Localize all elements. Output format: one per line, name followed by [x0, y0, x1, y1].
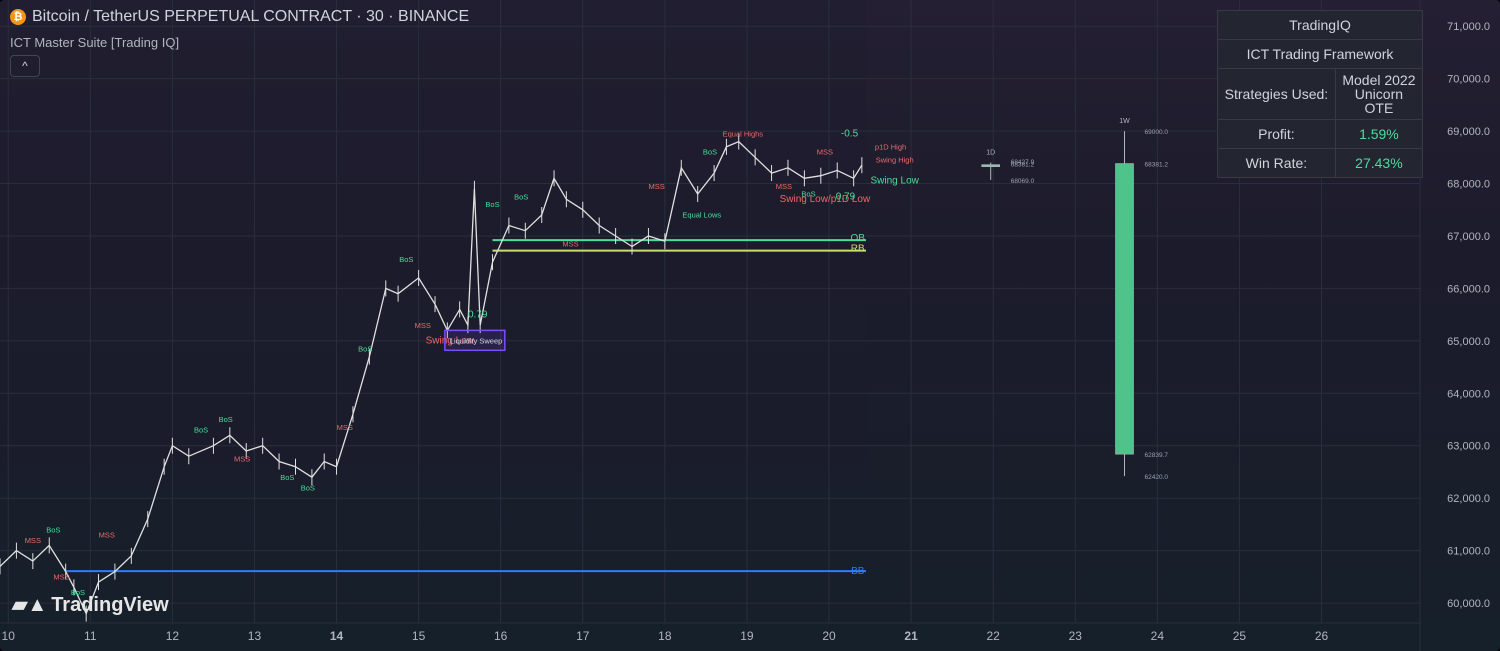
chart-annotation: BoS: [514, 192, 528, 201]
x-tick-label: 11: [84, 629, 97, 643]
htf-price-label: 69000.0: [1145, 129, 1169, 136]
chart-annotation: -0.5: [841, 128, 859, 139]
chart-annotation: MSS: [776, 182, 792, 191]
y-tick-label: 65,000.0: [1447, 336, 1490, 348]
collapse-button[interactable]: ^: [10, 55, 40, 77]
tradingview-logo-icon: ▰▲: [12, 594, 48, 616]
stats-table: TradingIQ ICT Trading Framework Strategi…: [1217, 10, 1424, 178]
x-tick-label: 10: [2, 629, 16, 643]
chart-annotation: Equal Lows: [682, 211, 721, 220]
tradingview-logo-text: TradingView: [51, 594, 169, 616]
chart-annotation: BoS: [219, 415, 233, 424]
chart-annotation: MSS: [562, 239, 578, 248]
chart-annotation: Swing High: [876, 156, 914, 165]
chart-annotation: BoS: [46, 525, 60, 534]
x-tick-label: 21: [904, 629, 918, 643]
chart-annotation: MSS: [337, 423, 353, 432]
htf-candle-label: 1D: [986, 150, 995, 157]
indicator-name[interactable]: ICT Master Suite [Trading IQ]: [10, 35, 179, 50]
chart-annotation: RB: [851, 244, 865, 255]
tradingview-logo[interactable]: ▰▲ TradingView: [12, 592, 169, 617]
y-tick-label: 60,000.0: [1447, 598, 1490, 610]
htf-price-label: 62420.0: [1145, 474, 1169, 481]
symbol-title[interactable]: Bitcoin / TetherUS PERPETUAL CONTRACT · …: [32, 8, 469, 26]
y-tick-label: 61,000.0: [1447, 546, 1490, 558]
y-tick-label: 71,000.0: [1447, 21, 1490, 33]
x-tick-label: 20: [822, 629, 836, 643]
stats-value: 27.43%: [1334, 148, 1424, 178]
stats-label: Profit:: [1217, 119, 1336, 149]
chart-annotation: p1D High: [875, 142, 906, 151]
price-panel-shade: [0, 0, 866, 491]
chart-annotation: BoS: [280, 473, 294, 482]
htf-candle-body: [981, 164, 1001, 167]
chart-annotation: 0.79: [468, 309, 488, 320]
chart-annotation: BoS: [301, 483, 315, 492]
y-tick-label: 67,000.0: [1447, 231, 1490, 243]
x-tick-label: 16: [494, 629, 508, 643]
stats-title: TradingIQ: [1217, 10, 1423, 40]
chart-annotation: BoS: [358, 344, 372, 353]
htf-price-label: 62839.7: [1145, 452, 1169, 459]
x-tick-label: 14: [330, 629, 344, 643]
x-tick-label: 17: [576, 629, 590, 643]
x-tick-label: 13: [248, 629, 262, 643]
htf-price-label: 68381.2: [1145, 162, 1169, 169]
chart-annotation: MSS: [649, 182, 665, 191]
bitcoin-icon: ₿: [10, 9, 26, 25]
x-tick-label: 15: [412, 629, 426, 643]
htf-price-label: 68069.0: [1011, 178, 1035, 185]
chart-annotation: BB: [851, 566, 865, 577]
chart-annotation: MSS: [234, 454, 250, 463]
x-tick-label: 23: [1069, 629, 1083, 643]
chart-annotation: MSS: [817, 148, 833, 157]
chart-annotation: BoS: [703, 148, 717, 157]
y-tick-label: 70,000.0: [1447, 74, 1490, 86]
x-tick-label: 18: [658, 629, 672, 643]
y-tick-label: 69,000.0: [1447, 126, 1490, 138]
chart-annotation: MSS: [53, 572, 69, 581]
chart-annotation: BoS: [194, 426, 208, 435]
chart-annotation: MSS: [99, 531, 115, 540]
chart-annotation: MSS: [415, 321, 431, 330]
y-tick-label: 64,000.0: [1447, 388, 1490, 400]
stats-label: Win Rate:: [1217, 148, 1336, 178]
chart-annotation: BoS: [485, 200, 499, 209]
stats-label: Strategies Used:: [1217, 68, 1336, 120]
y-tick-label: 66,000.0: [1447, 283, 1490, 295]
chart-annotation: Liquidity Sweep: [450, 336, 503, 345]
chart-window: 60,000.0 61,000.0 62,000.0 63,000.0 64,000.0…: [0, 0, 1500, 651]
stats-subtitle: ICT Trading Framework: [1217, 39, 1423, 69]
stats-value: Model 2022 Unicorn OTE: [1334, 68, 1424, 120]
x-tick-label: 19: [740, 629, 754, 643]
htf-candle-body: [1115, 163, 1134, 455]
htf-price-label: 68381.2: [1011, 162, 1035, 169]
chart-annotation: Swing Low/p1D Low: [780, 194, 871, 205]
chart-annotation: MSS: [25, 536, 41, 545]
y-tick-label: 68,000.0: [1447, 179, 1490, 191]
stats-value: 1.59%: [1334, 119, 1424, 149]
x-tick-label: 25: [1233, 629, 1247, 643]
chart-annotation: Equal Highs: [723, 129, 764, 138]
x-tick-label: 12: [166, 629, 180, 643]
y-tick-label: 63,000.0: [1447, 441, 1490, 453]
chart-annotation: BoS: [399, 255, 413, 264]
x-tick-label: 24: [1151, 629, 1165, 643]
chart-annotation: OB: [851, 233, 866, 244]
x-tick-label: 26: [1315, 629, 1329, 643]
htf-candle-label: 1W: [1119, 118, 1130, 125]
y-tick-label: 62,000.0: [1447, 493, 1490, 505]
chart-annotation: Swing Low: [871, 176, 920, 187]
x-tick-label: 22: [986, 629, 1000, 643]
